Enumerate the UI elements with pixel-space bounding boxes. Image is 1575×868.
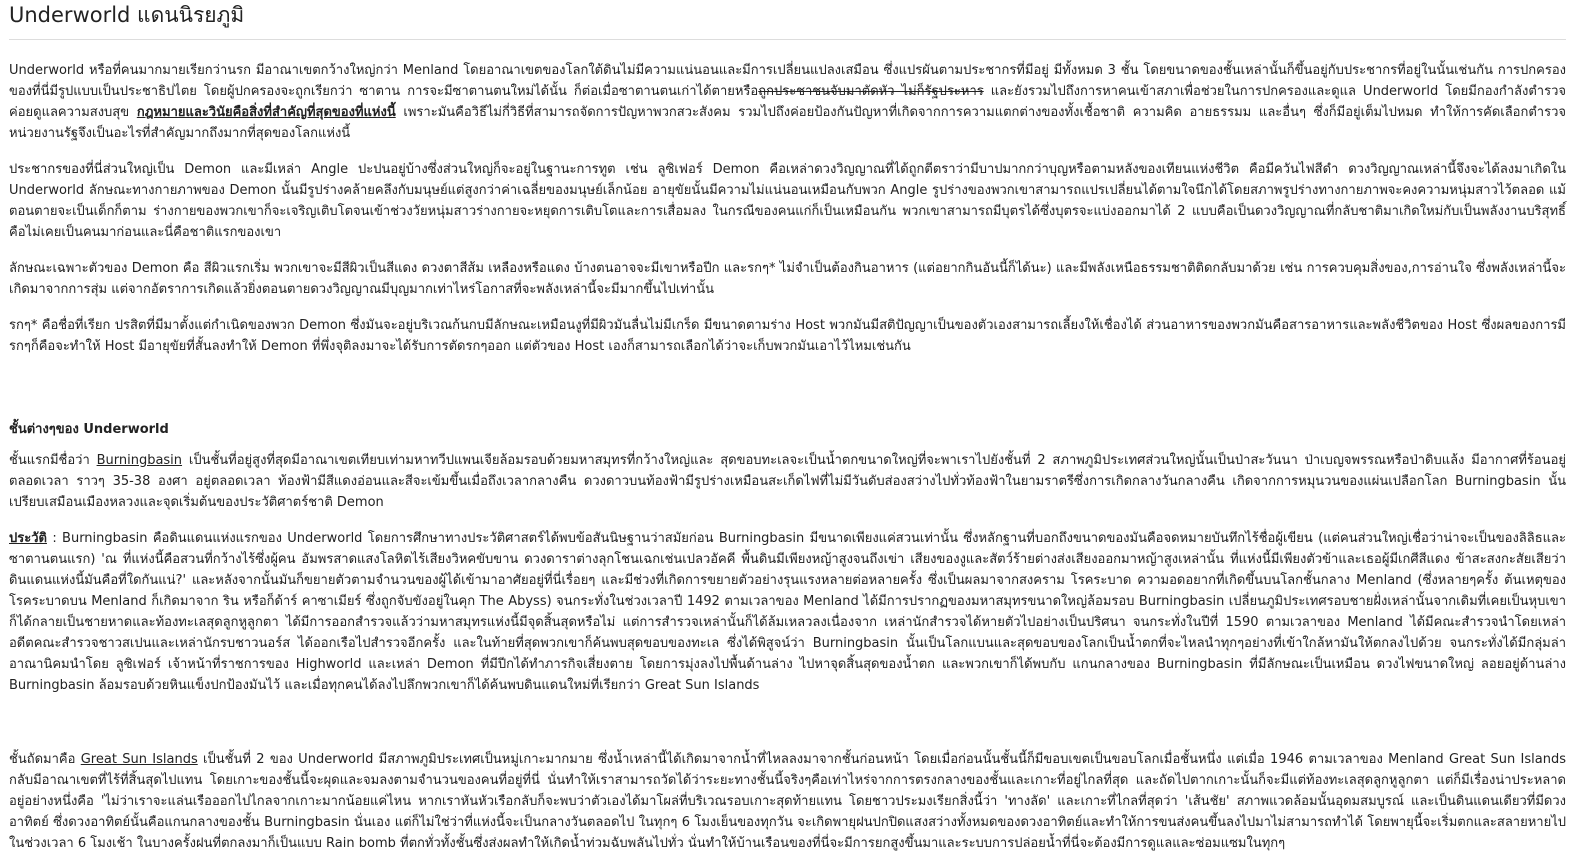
intro-paragraph-1: Underworld หรือที่คนมากมายเรียกว่านรก มี… xyxy=(9,60,1566,144)
layer-text: เป็นชั้นที่อยู่สูงที่สุดมีอาณาเขตเทียบเท… xyxy=(9,453,1566,510)
intro-paragraph-4: รกๆ* คือชื่อที่เรียก ปรสิตที่มีมาตั้งแต่… xyxy=(9,318,1566,354)
emphasis-text: กฎหมายและวินัยคือสิ่งที่สำคัญที่สุดของที… xyxy=(136,105,396,120)
layer-2-paragraph: ชั้นถัดมาคือ Great Sun Islands เป็นชั้นท… xyxy=(9,749,1566,854)
title-divider xyxy=(9,39,1566,40)
document-page: Underworld แดนนิรยภูมิ Underworld หรือที… xyxy=(0,0,1575,854)
layer-1-paragraph: ชั้นแรกมีชื่อว่า Burningbasin เป็นชั้นที… xyxy=(9,450,1566,513)
layer-text: ชั้นแรกมีชื่อว่า xyxy=(9,453,97,468)
burningbasin-link[interactable]: Burningbasin xyxy=(97,453,182,468)
intro-paragraph-3: ลักษณะเฉพาะตัวของ Demon คือ สีผิวแรกเริ่… xyxy=(9,261,1566,297)
layer-text: ชั้นถัดมาคือ xyxy=(9,752,81,767)
intro-paragraph-2: ประชากรของที่นี่ส่วนใหญ่เป็น Demon และมี… xyxy=(9,162,1566,240)
history-label: ประวัติ xyxy=(9,531,47,546)
great-sun-islands-link[interactable]: Great Sun Islands xyxy=(81,752,198,767)
history-paragraph: ประวัติ : Burningbasin คือดินแดนแห่งแรกข… xyxy=(9,528,1566,696)
page-title: Underworld แดนนิรยภูมิ xyxy=(9,3,245,27)
layer-text: เป็นชั้นที่ 2 ของ Underworld มีสภาพภูมิป… xyxy=(9,752,1566,851)
history-text: : Burningbasin คือดินแดนแห่งแรกของ Under… xyxy=(9,531,1566,693)
section-heading-layers: ชั้นต่างๆของ Underworld xyxy=(9,422,169,437)
struck-text: ถูกประชาชนจับมาตัดหัว ไม่ก็รัฐประหาร xyxy=(758,84,984,99)
